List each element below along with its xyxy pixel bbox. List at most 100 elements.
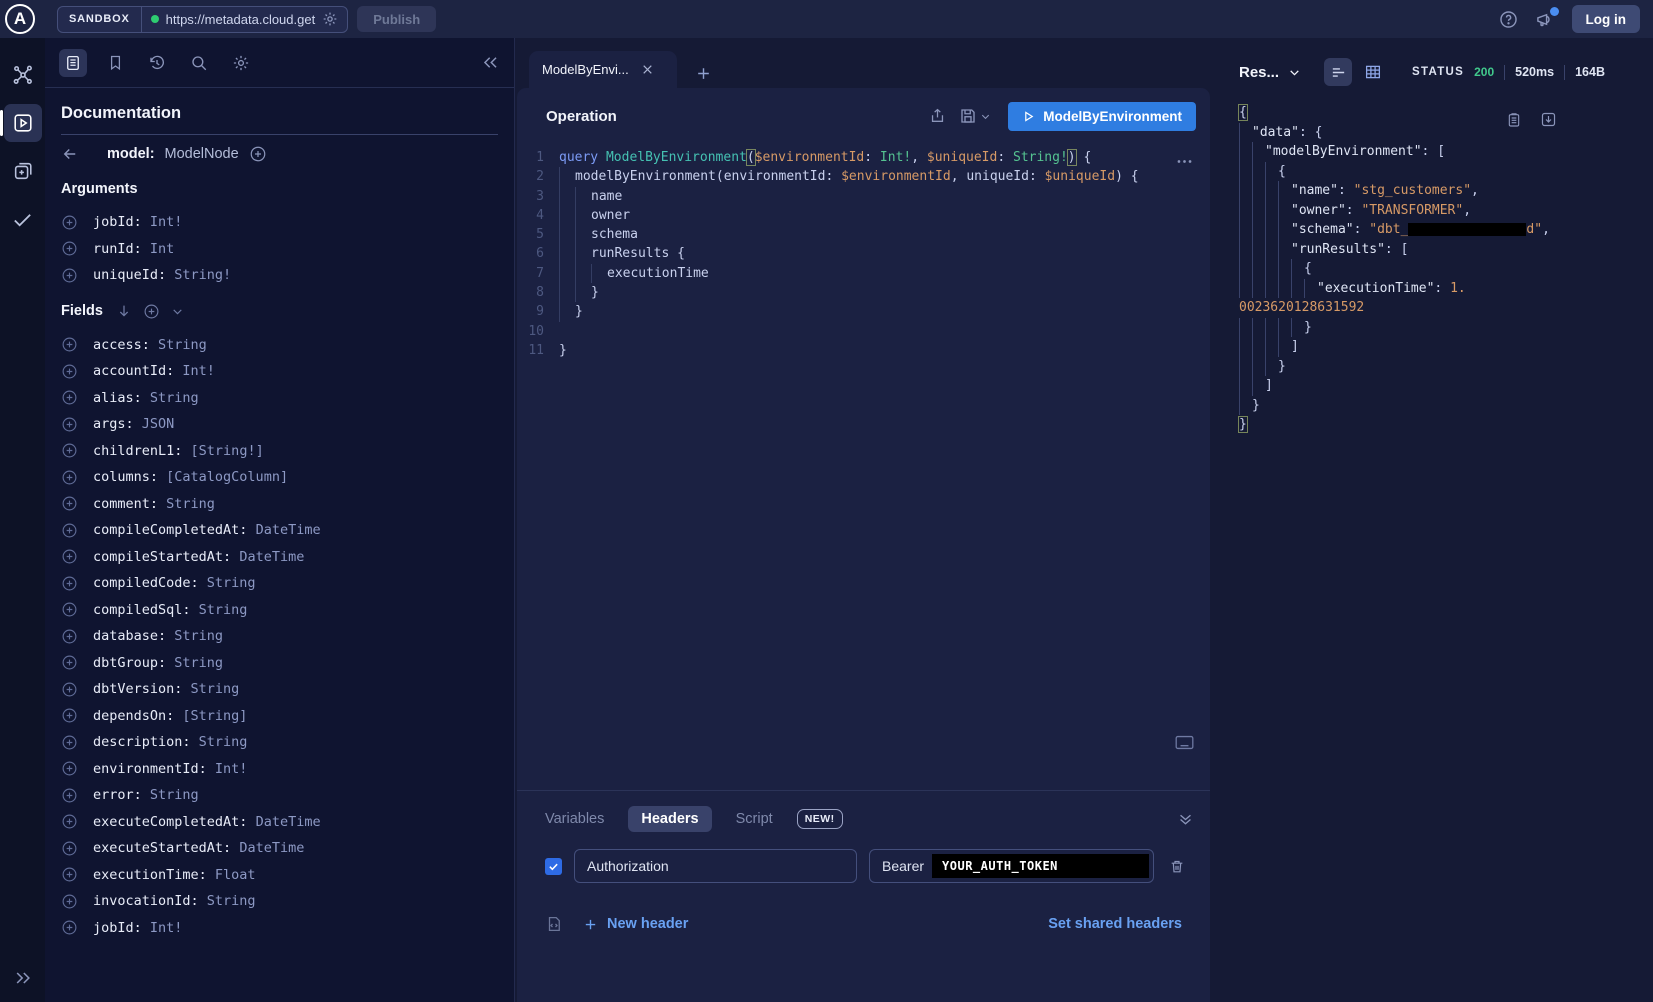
editor-menu-dots-icon[interactable] bbox=[1175, 152, 1194, 171]
response-body[interactable]: {"data": {"modelByEnvironment": [{"name"… bbox=[1215, 103, 1653, 435]
response-table-view-icon[interactable] bbox=[1359, 58, 1387, 86]
field-row[interactable]: dependsOn: [String] bbox=[61, 703, 498, 730]
field-row[interactable]: compiledSql: String bbox=[61, 597, 498, 624]
field-row[interactable]: database: String bbox=[61, 623, 498, 650]
field-row[interactable]: executionTime: Float bbox=[61, 862, 498, 889]
request-tab-script[interactable]: Script bbox=[736, 806, 773, 832]
rail-collections-icon[interactable] bbox=[4, 152, 42, 190]
argument-row[interactable]: runId: Int bbox=[61, 236, 498, 263]
field-row[interactable]: childrenL1: [String!] bbox=[61, 438, 498, 465]
delete-header-icon[interactable] bbox=[1169, 858, 1185, 875]
field-row[interactable]: comment: String bbox=[61, 491, 498, 518]
header-value-input[interactable]: Bearer YOUR_AUTH_TOKEN bbox=[869, 849, 1154, 883]
response-raw-view-icon[interactable] bbox=[1324, 58, 1352, 86]
add-field-plus-icon[interactable] bbox=[61, 575, 78, 592]
header-enabled-checkbox[interactable] bbox=[545, 858, 562, 875]
fields-menu-chevron-icon[interactable] bbox=[171, 305, 184, 318]
field-row[interactable]: args: JSON bbox=[61, 411, 498, 438]
operation-tab[interactable]: ModelByEnvi... bbox=[529, 51, 677, 88]
add-field-plus-icon[interactable] bbox=[61, 495, 78, 512]
add-field-plus-icon[interactable] bbox=[61, 548, 78, 565]
collapse-request-panel-icon[interactable] bbox=[1177, 811, 1194, 828]
response-title-dropdown[interactable]: Res... bbox=[1239, 64, 1301, 81]
rail-expand-chevrons-icon[interactable] bbox=[13, 968, 33, 988]
add-field-plus-icon[interactable] bbox=[61, 919, 78, 936]
endpoint-url-field[interactable]: https://metadata.cloud.get bbox=[142, 7, 348, 32]
save-operation-icon[interactable] bbox=[959, 107, 977, 125]
add-field-plus-icon[interactable] bbox=[61, 336, 78, 353]
rail-checklist-icon[interactable] bbox=[4, 200, 42, 238]
add-field-plus-icon[interactable] bbox=[61, 469, 78, 486]
graphql-editor[interactable]: 1query ModelByEnvironment($environmentId… bbox=[517, 144, 1210, 790]
add-field-plus-icon[interactable] bbox=[61, 840, 78, 857]
endpoint-settings-gear-icon[interactable] bbox=[322, 11, 338, 27]
add-field-plus-icon[interactable] bbox=[61, 893, 78, 910]
run-operation-button[interactable]: ModelByEnvironment bbox=[1008, 102, 1196, 131]
new-header-button[interactable]: New header bbox=[583, 916, 688, 932]
field-row[interactable]: alias: String bbox=[61, 385, 498, 412]
argument-row[interactable]: uniqueId: String! bbox=[61, 262, 498, 289]
field-row[interactable]: environmentId: Int! bbox=[61, 756, 498, 783]
field-row[interactable]: executeStartedAt: DateTime bbox=[61, 835, 498, 862]
keyboard-shortcuts-icon[interactable] bbox=[1175, 735, 1194, 750]
search-icon[interactable] bbox=[185, 49, 213, 77]
add-field-plus-icon[interactable] bbox=[61, 866, 78, 883]
add-field-plus-icon[interactable] bbox=[61, 363, 78, 380]
add-field-plus-icon[interactable] bbox=[61, 267, 78, 284]
field-row[interactable]: access: String bbox=[61, 332, 498, 359]
field-row[interactable]: columns: [CatalogColumn] bbox=[61, 464, 498, 491]
add-field-plus-icon[interactable] bbox=[61, 601, 78, 618]
back-arrow-icon[interactable] bbox=[61, 145, 79, 163]
set-shared-headers-link[interactable]: Set shared headers bbox=[1048, 916, 1182, 932]
apollo-logo[interactable]: A bbox=[5, 4, 35, 34]
add-field-plus-icon[interactable] bbox=[61, 813, 78, 830]
field-row[interactable]: compileCompletedAt: DateTime bbox=[61, 517, 498, 544]
field-row[interactable]: dbtVersion: String bbox=[61, 676, 498, 703]
argument-row[interactable]: jobId: Int! bbox=[61, 209, 498, 236]
header-key-input[interactable]: Authorization bbox=[574, 849, 857, 883]
add-field-plus-icon[interactable] bbox=[61, 707, 78, 724]
add-field-plus-icon[interactable] bbox=[61, 389, 78, 406]
add-field-plus-icon[interactable] bbox=[61, 760, 78, 777]
add-field-plus-icon[interactable] bbox=[61, 681, 78, 698]
add-field-plus-icon[interactable] bbox=[61, 787, 78, 804]
publish-button[interactable]: Publish bbox=[357, 6, 436, 32]
login-button[interactable]: Log in bbox=[1572, 5, 1641, 33]
copy-response-icon[interactable] bbox=[1506, 111, 1522, 129]
add-to-query-icon[interactable] bbox=[249, 145, 267, 163]
rail-operations-play-icon[interactable] bbox=[4, 104, 42, 142]
help-icon[interactable] bbox=[1499, 10, 1518, 29]
request-tab-variables[interactable]: Variables bbox=[545, 806, 604, 832]
field-row[interactable]: dbtGroup: String bbox=[61, 650, 498, 677]
announcements-megaphone-icon[interactable] bbox=[1535, 10, 1555, 29]
add-field-plus-icon[interactable] bbox=[61, 654, 78, 671]
history-icon[interactable] bbox=[143, 49, 171, 77]
docs-tab-icon[interactable] bbox=[59, 49, 87, 77]
new-tab-icon[interactable] bbox=[695, 65, 712, 82]
add-field-plus-icon[interactable] bbox=[61, 442, 78, 459]
breadcrumb-type-name[interactable]: ModelNode bbox=[165, 146, 239, 162]
add-field-plus-icon[interactable] bbox=[61, 240, 78, 257]
save-menu-chevron-icon[interactable] bbox=[980, 111, 991, 122]
add-field-plus-icon[interactable] bbox=[61, 416, 78, 433]
bookmarks-icon[interactable] bbox=[101, 49, 129, 77]
settings-gear-icon[interactable] bbox=[227, 49, 255, 77]
field-row[interactable]: executeCompletedAt: DateTime bbox=[61, 809, 498, 836]
request-tab-headers[interactable]: Headers bbox=[628, 806, 711, 832]
field-row[interactable]: description: String bbox=[61, 729, 498, 756]
field-row[interactable]: compileStartedAt: DateTime bbox=[61, 544, 498, 571]
field-row[interactable]: accountId: Int! bbox=[61, 358, 498, 385]
add-field-plus-icon[interactable] bbox=[61, 628, 78, 645]
share-operation-icon[interactable] bbox=[929, 107, 946, 125]
close-tab-icon[interactable] bbox=[641, 63, 654, 76]
sort-fields-icon[interactable] bbox=[116, 303, 132, 319]
add-field-plus-icon[interactable] bbox=[61, 522, 78, 539]
env-file-icon[interactable] bbox=[545, 915, 563, 933]
add-field-plus-icon[interactable] bbox=[61, 734, 78, 751]
add-all-fields-icon[interactable] bbox=[143, 303, 160, 320]
add-field-plus-icon[interactable] bbox=[61, 214, 78, 231]
field-row[interactable]: compiledCode: String bbox=[61, 570, 498, 597]
collapse-docs-icon[interactable] bbox=[481, 53, 500, 72]
field-row[interactable]: error: String bbox=[61, 782, 498, 809]
field-row[interactable]: jobId: Int! bbox=[61, 915, 498, 942]
